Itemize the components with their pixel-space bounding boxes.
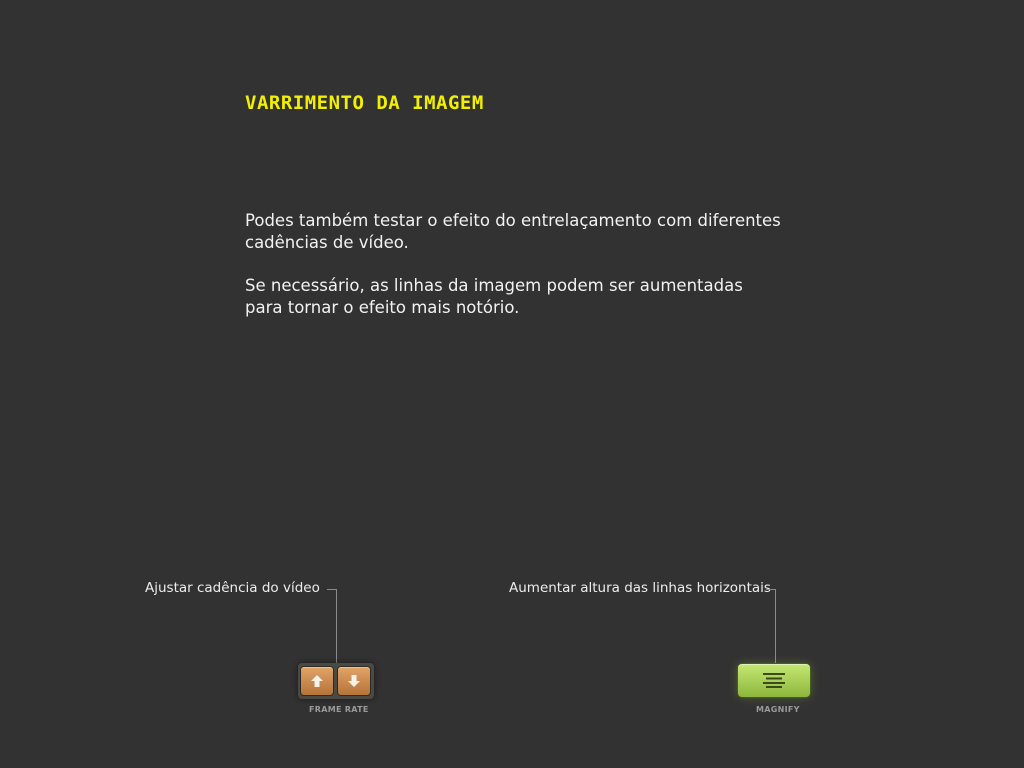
frame-rate-caption: FRAME RATE	[309, 705, 369, 714]
frame-rate-up-button[interactable]	[301, 667, 333, 695]
magnify-caption: MAGNIFY	[756, 705, 800, 714]
magnify-callout: Aumentar altura das linhas horizontais	[509, 580, 771, 596]
frame-rate-control	[298, 663, 374, 699]
arrow-up-icon	[311, 675, 323, 687]
page-title: VARRIMENTO DA IMAGEM	[245, 92, 484, 114]
frame-rate-leader-vertical	[336, 589, 337, 663]
instruction-paragraph-2: Se necessário, as linhas da imagem podem…	[245, 276, 743, 317]
magnify-button[interactable]	[738, 664, 810, 697]
instruction-paragraph-1: Podes também testar o efeito do entrelaç…	[245, 211, 781, 252]
frame-rate-down-button[interactable]	[338, 667, 370, 695]
magnify-leader-vertical	[775, 589, 776, 663]
arrow-down-icon	[348, 675, 360, 687]
frame-rate-callout: Ajustar cadência do vídeo	[145, 580, 320, 596]
tutorial-screen: VARRIMENTO DA IMAGEM Podes também testar…	[0, 0, 1024, 768]
lines-icon	[763, 673, 785, 688]
